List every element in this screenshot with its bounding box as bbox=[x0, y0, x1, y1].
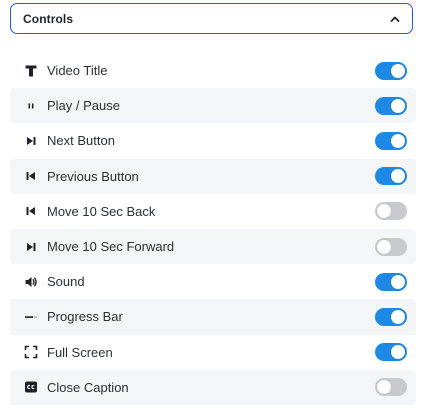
progress-bar-toggle[interactable] bbox=[375, 307, 407, 326]
chevron-up-icon[interactable] bbox=[388, 12, 402, 26]
toggle-knob bbox=[391, 345, 405, 360]
closed-caption-icon bbox=[23, 379, 39, 395]
previous-button-toggle[interactable] bbox=[375, 167, 407, 186]
toggle-knob bbox=[391, 169, 405, 184]
toggle-knob bbox=[377, 239, 391, 254]
control-label: Next Button bbox=[47, 133, 115, 149]
text-icon bbox=[23, 63, 39, 79]
toggle-knob bbox=[377, 204, 391, 219]
skip-next-icon bbox=[23, 239, 39, 255]
toggle-knob bbox=[391, 133, 405, 148]
skip-next-icon bbox=[23, 133, 39, 149]
control-row-play-pause: Play / Pause bbox=[10, 88, 416, 124]
skip-previous-icon bbox=[23, 203, 39, 219]
control-label: Progress Bar bbox=[47, 309, 123, 325]
next-button-toggle[interactable] bbox=[375, 131, 407, 150]
control-label: Sound bbox=[47, 274, 85, 290]
controls-panel-header[interactable]: Controls bbox=[10, 3, 413, 34]
toggle-knob bbox=[391, 98, 405, 113]
toggle-knob bbox=[377, 380, 391, 395]
control-label: Move 10 Sec Forward bbox=[47, 239, 175, 255]
move-back-toggle[interactable] bbox=[375, 202, 407, 221]
control-row-progress-bar: Progress Bar bbox=[10, 299, 416, 335]
sound-toggle[interactable] bbox=[375, 272, 407, 291]
control-row-full-screen: Full Screen bbox=[10, 335, 416, 370]
video-title-toggle[interactable] bbox=[375, 61, 407, 80]
skip-previous-icon bbox=[23, 168, 39, 184]
control-label: Full Screen bbox=[47, 344, 113, 360]
toggle-knob bbox=[391, 309, 405, 324]
controls-list: Video Title Play / Pause Next Button Pre… bbox=[10, 53, 416, 405]
panel-title: Controls bbox=[23, 11, 74, 26]
play-pause-toggle[interactable] bbox=[375, 96, 407, 115]
volume-icon bbox=[23, 274, 39, 290]
toggle-knob bbox=[391, 63, 405, 78]
progress-bar-icon bbox=[23, 309, 39, 325]
fullscreen-icon bbox=[23, 344, 39, 360]
close-caption-toggle[interactable] bbox=[375, 378, 407, 397]
control-row-video-title: Video Title bbox=[10, 53, 416, 88]
control-row-close-caption: Close Caption bbox=[10, 369, 416, 405]
control-label: Video Title bbox=[47, 63, 108, 79]
control-row-sound: Sound bbox=[10, 264, 416, 299]
move-forward-toggle[interactable] bbox=[375, 237, 407, 256]
control-row-move-back: Move 10 Sec Back bbox=[10, 194, 416, 229]
control-label: Close Caption bbox=[47, 379, 129, 395]
pause-icon bbox=[23, 98, 39, 114]
full-screen-toggle[interactable] bbox=[375, 343, 407, 362]
control-label: Previous Button bbox=[47, 168, 139, 184]
control-label: Play / Pause bbox=[47, 98, 120, 114]
control-row-next-button: Next Button bbox=[10, 123, 416, 158]
control-label: Move 10 Sec Back bbox=[47, 203, 156, 219]
control-row-move-forward: Move 10 Sec Forward bbox=[10, 228, 416, 265]
control-row-previous-button: Previous Button bbox=[10, 158, 416, 194]
toggle-knob bbox=[391, 274, 405, 289]
